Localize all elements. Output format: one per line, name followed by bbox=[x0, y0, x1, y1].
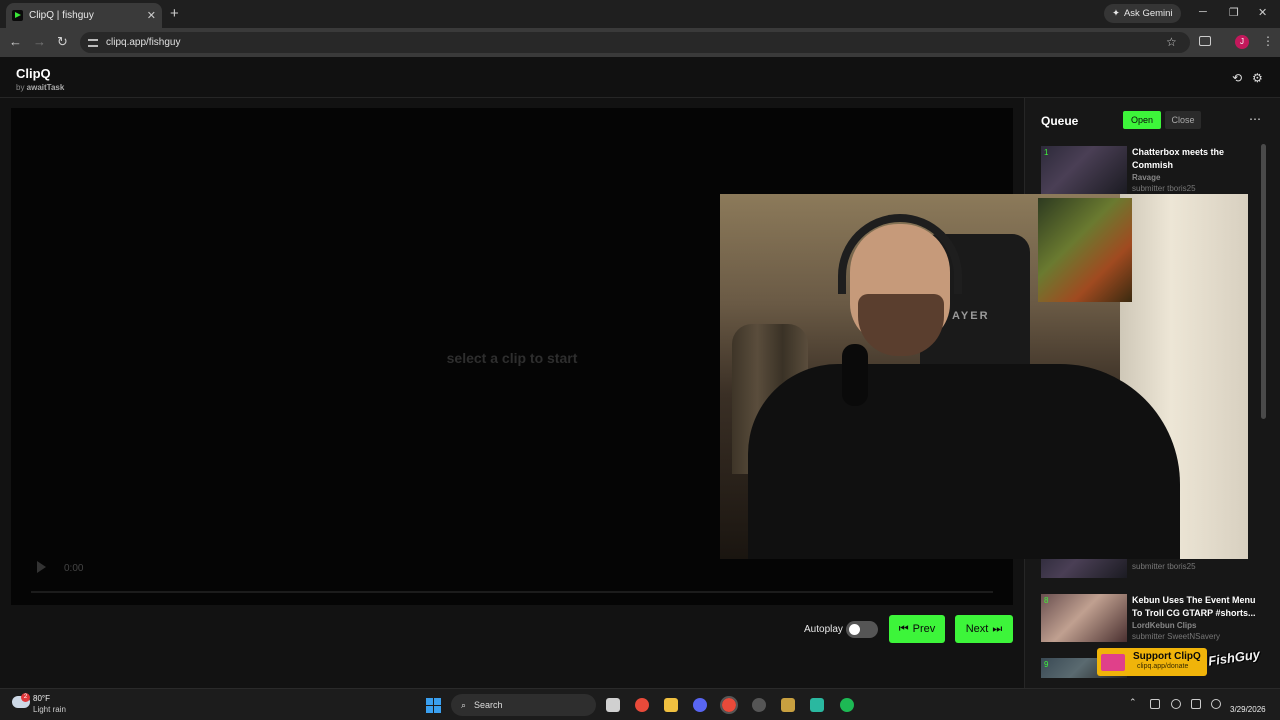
headphones-icon bbox=[838, 214, 962, 294]
weather-condition[interactable]: Light rain bbox=[33, 705, 66, 714]
windows-start-icon[interactable] bbox=[426, 698, 441, 713]
taskbar-date[interactable]: 3/29/2026 bbox=[1230, 705, 1266, 714]
url-text: clipq.app/fishguy bbox=[106, 37, 181, 48]
network-icon[interactable] bbox=[1191, 699, 1201, 709]
autoplay-label: Autoplay bbox=[804, 624, 843, 635]
browser-tab-bar: ClipQ | fishguy ✕ + ✦ Ask Gemini ─ ❐ ✕ bbox=[0, 0, 1280, 28]
gift-icon bbox=[1101, 654, 1125, 671]
ask-gemini-button[interactable]: ✦ Ask Gemini bbox=[1104, 4, 1181, 23]
queue-more-icon[interactable]: ⋯ bbox=[1249, 112, 1261, 126]
clip-title: Kebun Uses The Event Menu To Troll CG GT… bbox=[1132, 595, 1256, 618]
search-icon: ⌕ bbox=[461, 699, 467, 710]
chrome-active-icon[interactable] bbox=[720, 696, 738, 714]
clip-submitter: submitter tboris25 bbox=[1132, 562, 1196, 571]
address-bar[interactable]: clipq.app/fishguy bbox=[80, 32, 1190, 53]
tab-title: ClipQ | fishguy bbox=[29, 10, 94, 21]
settings-sliders-icon[interactable]: ⚙ bbox=[1252, 71, 1263, 85]
clip-channel: Ravage bbox=[1132, 173, 1161, 182]
window-close-icon[interactable]: ✕ bbox=[1258, 6, 1267, 19]
clipq-favicon-icon bbox=[12, 10, 23, 21]
tray-app-icon[interactable] bbox=[1150, 699, 1160, 709]
support-url: clipq.app/donate bbox=[1137, 663, 1189, 670]
toggle-knob bbox=[849, 624, 860, 635]
player-time: 0:00 bbox=[64, 563, 84, 574]
browser-tab[interactable]: ClipQ | fishguy ✕ bbox=[6, 3, 162, 28]
play-icon[interactable] bbox=[37, 561, 46, 573]
byline-author[interactable]: awaitTask bbox=[27, 83, 65, 92]
queue-index: 1 bbox=[1044, 148, 1049, 157]
player-progress-bar[interactable] bbox=[31, 591, 993, 593]
volume-icon[interactable] bbox=[1211, 699, 1221, 709]
search-label: Search bbox=[474, 700, 503, 710]
app-header: ClipQ by awaitTask ⟲ ⚙ bbox=[0, 57, 1280, 98]
webcam-person-body bbox=[748, 364, 1180, 559]
back-icon[interactable]: ← bbox=[9, 34, 22, 50]
new-tab-icon[interactable]: + bbox=[170, 6, 179, 21]
ask-gemini-label: Ask Gemini bbox=[1123, 8, 1173, 19]
webcam-overlay: AYER bbox=[720, 194, 1248, 559]
queue-index: 8 bbox=[1044, 596, 1049, 605]
queue-title: Queue bbox=[1041, 114, 1079, 128]
prev-button[interactable]: ⏮ Prev bbox=[889, 615, 945, 643]
prev-label: Prev bbox=[912, 623, 936, 635]
app-logo[interactable]: ClipQ bbox=[16, 66, 51, 81]
weather-temperature[interactable]: 80°F bbox=[33, 694, 50, 703]
queue-item[interactable]: 1 Chatterbox meets the Commish Ravage su… bbox=[1041, 146, 1256, 194]
task-view-icon[interactable] bbox=[606, 698, 620, 712]
queue-index: 9 bbox=[1044, 660, 1049, 669]
audio-app-icon[interactable] bbox=[810, 698, 824, 712]
queue-scrollbar[interactable] bbox=[1261, 144, 1266, 419]
discord-icon[interactable] bbox=[693, 698, 707, 712]
app-byline: by awaitTask bbox=[16, 83, 65, 92]
minimize-icon[interactable]: ─ bbox=[1199, 6, 1207, 18]
spotify-icon[interactable] bbox=[840, 698, 854, 712]
next-label: Next bbox=[965, 623, 989, 635]
queue-item[interactable]: 8 Kebun Uses The Event Menu To Troll CG … bbox=[1041, 594, 1256, 642]
next-button[interactable]: Next ⏭ bbox=[955, 615, 1013, 643]
skip-next-icon: ⏭ bbox=[992, 622, 1003, 635]
extensions-icon[interactable] bbox=[1199, 36, 1211, 46]
obs-icon[interactable] bbox=[752, 698, 766, 712]
webcam-poster bbox=[1038, 198, 1132, 302]
autoplay-toggle[interactable] bbox=[846, 621, 878, 638]
clip-submitter: submitter tboris25 bbox=[1132, 184, 1196, 193]
queue-close-button[interactable]: Close bbox=[1165, 111, 1201, 129]
clip-submitter: submitter SweetNSavery bbox=[1132, 632, 1221, 641]
clip-channel: LordKebun Clips bbox=[1132, 621, 1197, 630]
bookmark-star-icon[interactable]: ☆ bbox=[1166, 35, 1177, 49]
chair-text: AYER bbox=[952, 310, 990, 322]
reload-icon[interactable]: ↻ bbox=[57, 34, 68, 50]
windows-taskbar: 2 80°F Light rain ⌕ Search ⌃ 3/29/2026 bbox=[0, 688, 1280, 720]
file-explorer-icon[interactable] bbox=[664, 698, 678, 712]
clip-thumbnail bbox=[1041, 594, 1127, 642]
chrome-icon[interactable] bbox=[635, 698, 649, 712]
gemini-sparkle-icon: ✦ bbox=[1112, 8, 1120, 19]
microphone-tray-icon[interactable] bbox=[1171, 699, 1181, 709]
history-icon[interactable]: ⟲ bbox=[1232, 71, 1242, 85]
skip-previous-icon: ⏮ bbox=[898, 622, 909, 635]
microphone-icon bbox=[842, 344, 868, 406]
tray-overflow-icon[interactable]: ⌃ bbox=[1129, 697, 1137, 708]
queue-open-button[interactable]: Open bbox=[1123, 111, 1161, 129]
support-clipq-badge[interactable]: Support ClipQ clipq.app/donate bbox=[1097, 648, 1207, 676]
game-launcher-icon[interactable] bbox=[781, 698, 795, 712]
forward-icon[interactable]: → bbox=[33, 34, 46, 50]
weather-badge: 2 bbox=[21, 693, 30, 702]
tab-close-icon[interactable]: ✕ bbox=[147, 9, 156, 22]
clip-title: Chatterbox meets the Commish bbox=[1132, 147, 1225, 170]
restore-icon[interactable]: ❐ bbox=[1229, 6, 1239, 19]
support-title: Support ClipQ bbox=[1133, 651, 1201, 662]
browser-toolbar: ← → ↻ clipq.app/fishguy ☆ J ⋮ bbox=[0, 28, 1280, 57]
profile-avatar[interactable]: J bbox=[1235, 35, 1249, 49]
taskbar-search[interactable]: ⌕ Search bbox=[451, 694, 596, 716]
site-info-icon[interactable] bbox=[88, 38, 98, 47]
clip-thumbnail bbox=[1041, 146, 1127, 194]
browser-menu-icon[interactable]: ⋮ bbox=[1262, 34, 1274, 48]
